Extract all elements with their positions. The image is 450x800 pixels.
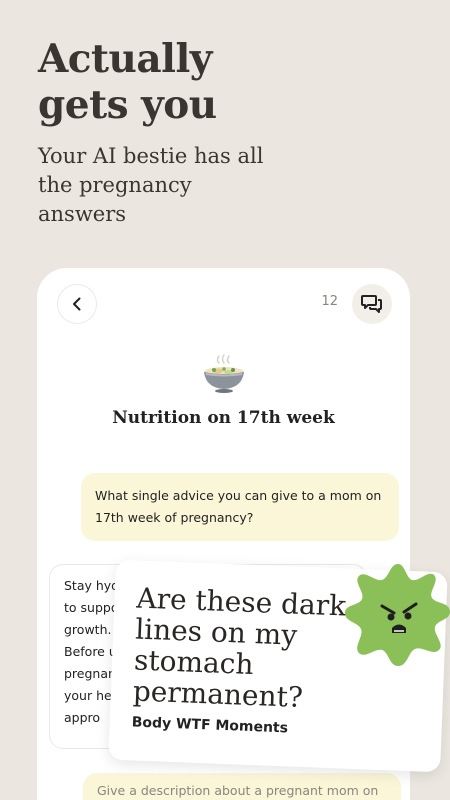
chevron-left-icon [73, 297, 81, 311]
chats-button[interactable] [352, 284, 392, 324]
user-message-bubble: What single advice you can give to a mom… [81, 473, 399, 541]
chat-bubbles-icon [361, 295, 382, 313]
hero-title: Actually gets you [38, 36, 217, 128]
card-category: Body WTF Moments [131, 714, 289, 737]
topic-title: Nutrition on 17th week [112, 408, 335, 428]
hero: Actually gets you Your AI bestie has all… [38, 36, 418, 229]
suggestion-chip[interactable]: Give a description about a pregnant mom … [83, 773, 401, 800]
back-button[interactable] [57, 284, 97, 324]
message-count: 12 [321, 294, 338, 309]
hero-subtitle: Your AI bestie has all the pregnancy ans… [38, 144, 264, 226]
food-bowl-icon [204, 354, 244, 393]
angry-green-blob-icon [345, 564, 450, 666]
